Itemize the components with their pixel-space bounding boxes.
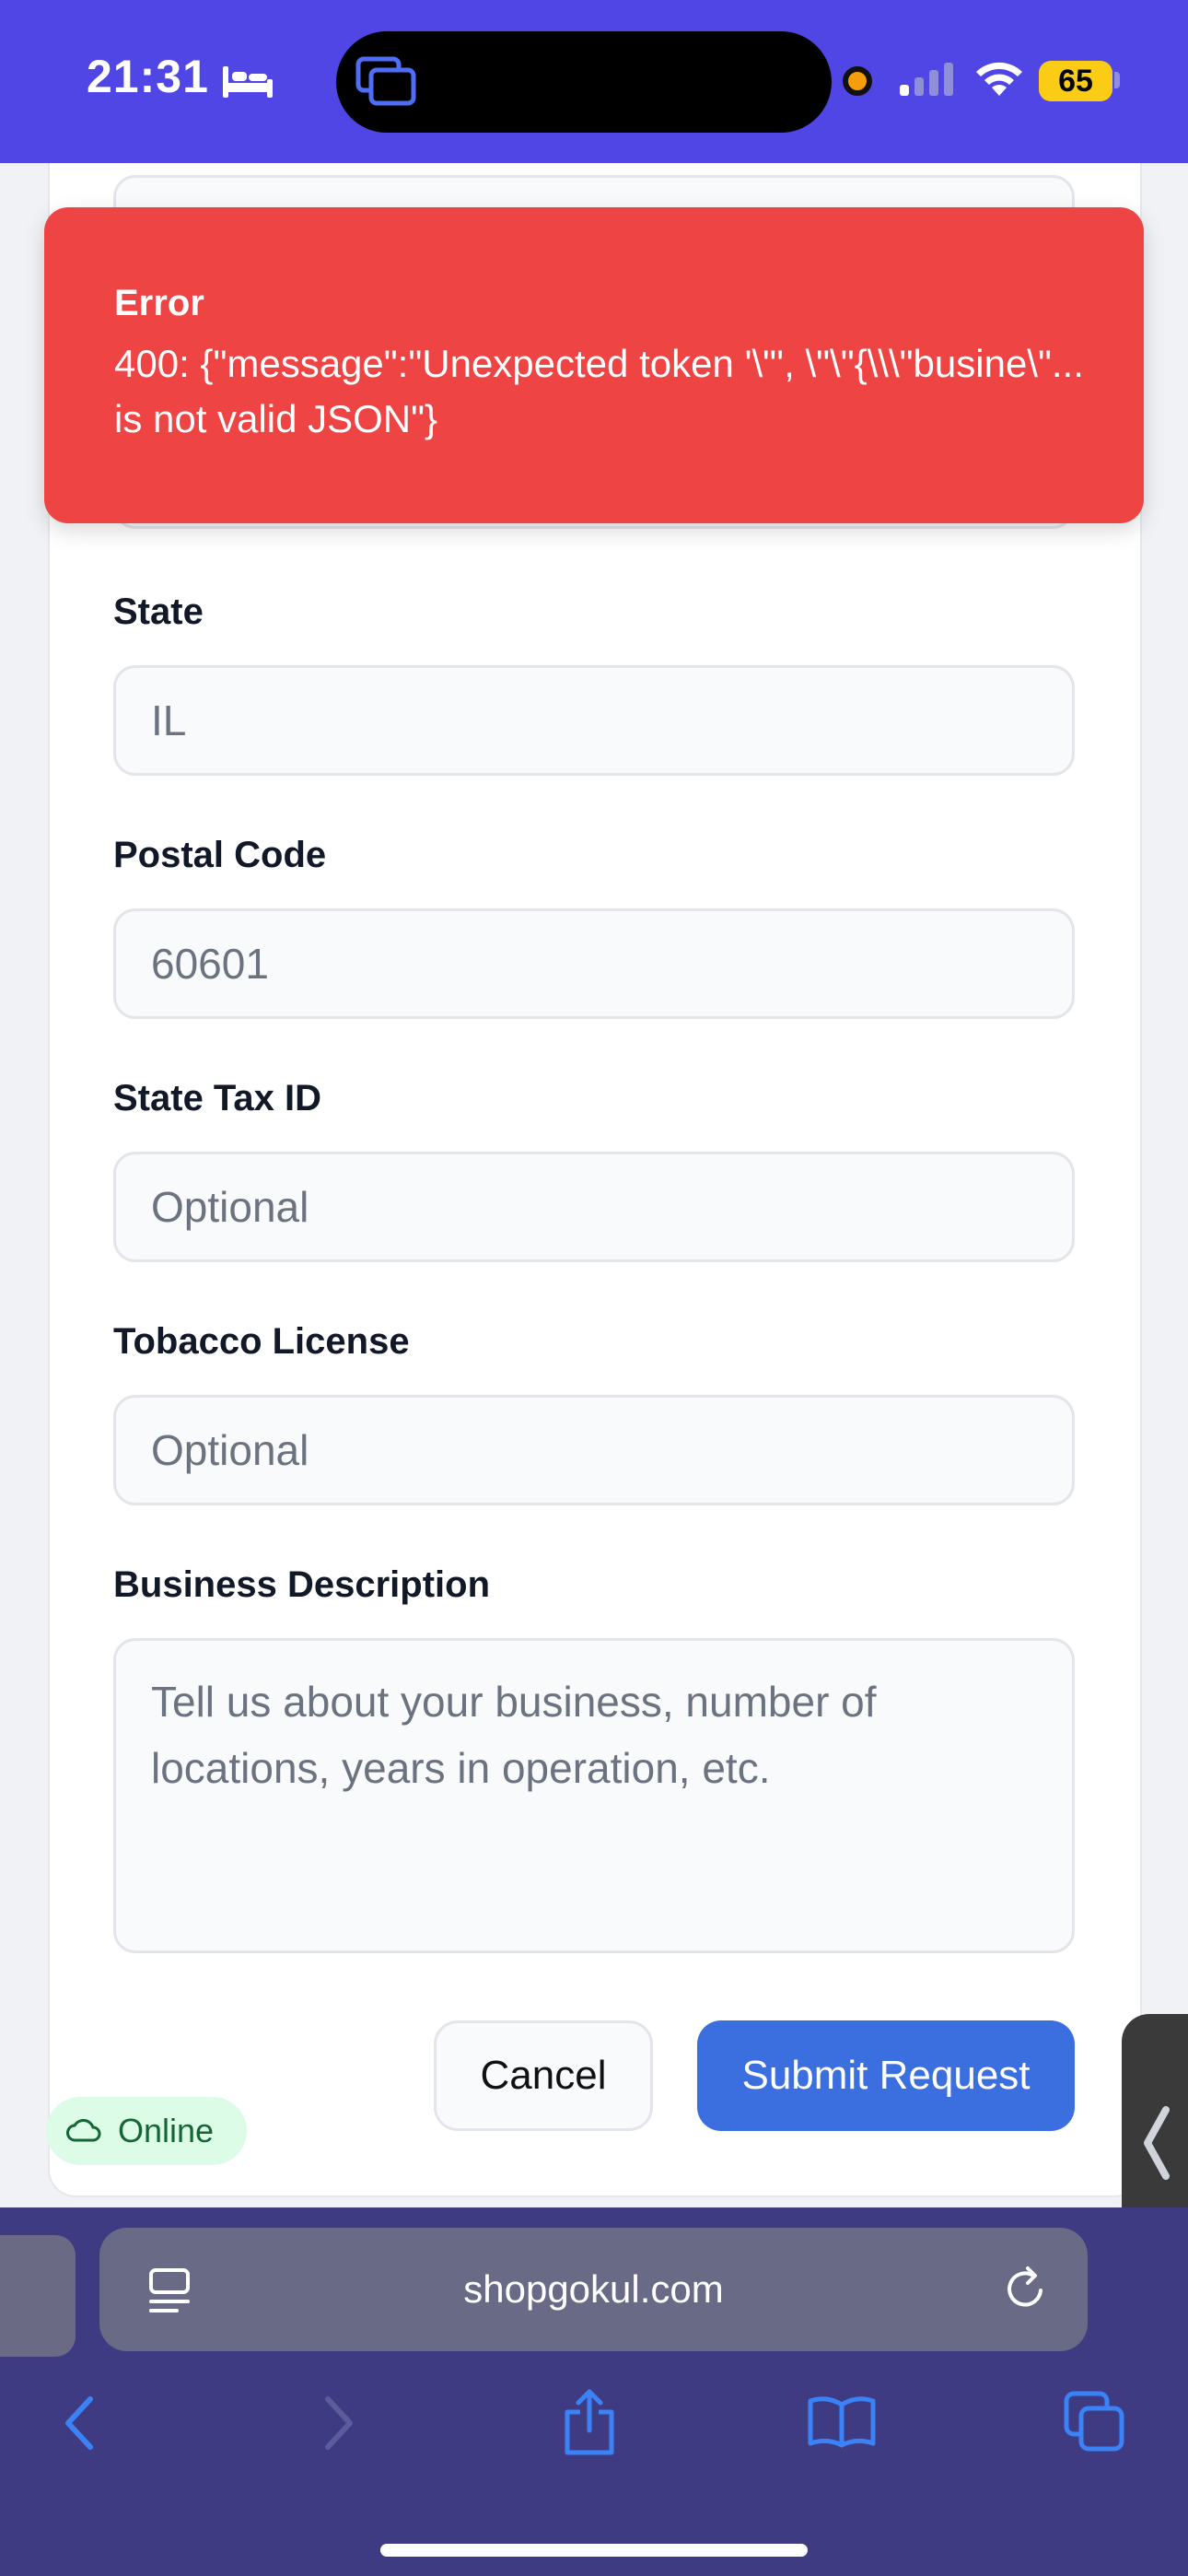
cancel-button[interactable]: Cancel: [434, 2020, 653, 2131]
error-toast-message: 400: {"message":"Unexpected token '\"', …: [114, 342, 1084, 440]
bookmarks-icon[interactable]: [807, 2394, 877, 2449]
recording-dot-icon: [843, 66, 872, 96]
postal-code-input[interactable]: 60601: [113, 908, 1075, 1019]
signal-icon: [900, 63, 953, 96]
battery-icon: 65: [1039, 61, 1112, 101]
state-input[interactable]: IL: [113, 665, 1075, 776]
postal-code-label: Postal Code: [113, 835, 327, 875]
status-time: 21:31: [87, 51, 209, 102]
online-status-label: Online: [118, 2112, 215, 2149]
status-bar: 21:31 65: [0, 0, 1188, 163]
state-tax-id-input[interactable]: Optional: [113, 1152, 1075, 1262]
wifi-icon: [976, 62, 1022, 96]
reload-icon[interactable]: [1000, 2263, 1052, 2314]
home-indicator[interactable]: [380, 2544, 808, 2557]
error-toast-title: Error: [114, 283, 204, 323]
online-status-badge: Online: [46, 2097, 247, 2165]
share-icon[interactable]: [560, 2388, 619, 2456]
error-toast: Error 400: {"message":"Unexpected token …: [44, 207, 1144, 523]
back-icon[interactable]: [61, 2394, 98, 2453]
address-bar[interactable]: shopgokul.com: [99, 2228, 1088, 2351]
cloud-icon: [66, 2119, 101, 2142]
state-tax-id-label: State Tax ID: [113, 1078, 321, 1118]
screen-mirror-icon: [355, 56, 416, 106]
forward-icon[interactable]: [320, 2394, 357, 2453]
battery-cap: [1114, 72, 1120, 88]
business-description-textarea[interactable]: Tell us about your business, number of l…: [113, 1638, 1075, 1953]
bed-icon: [223, 66, 273, 98]
business-description-label: Business Description: [113, 1564, 491, 1605]
browser-toolbar: shopgokul.com: [0, 2207, 1188, 2576]
tobacco-license-label: Tobacco License: [113, 1321, 410, 1362]
state-label: State: [113, 591, 204, 632]
tobacco-license-input[interactable]: Optional: [113, 1395, 1075, 1505]
tabs-icon[interactable]: [1063, 2390, 1125, 2453]
submit-request-button[interactable]: Submit Request: [697, 2020, 1075, 2131]
chevron-left-icon: [1144, 2106, 1170, 2180]
previous-tab-preview[interactable]: [0, 2235, 76, 2357]
url-text[interactable]: shopgokul.com: [99, 2228, 1088, 2351]
